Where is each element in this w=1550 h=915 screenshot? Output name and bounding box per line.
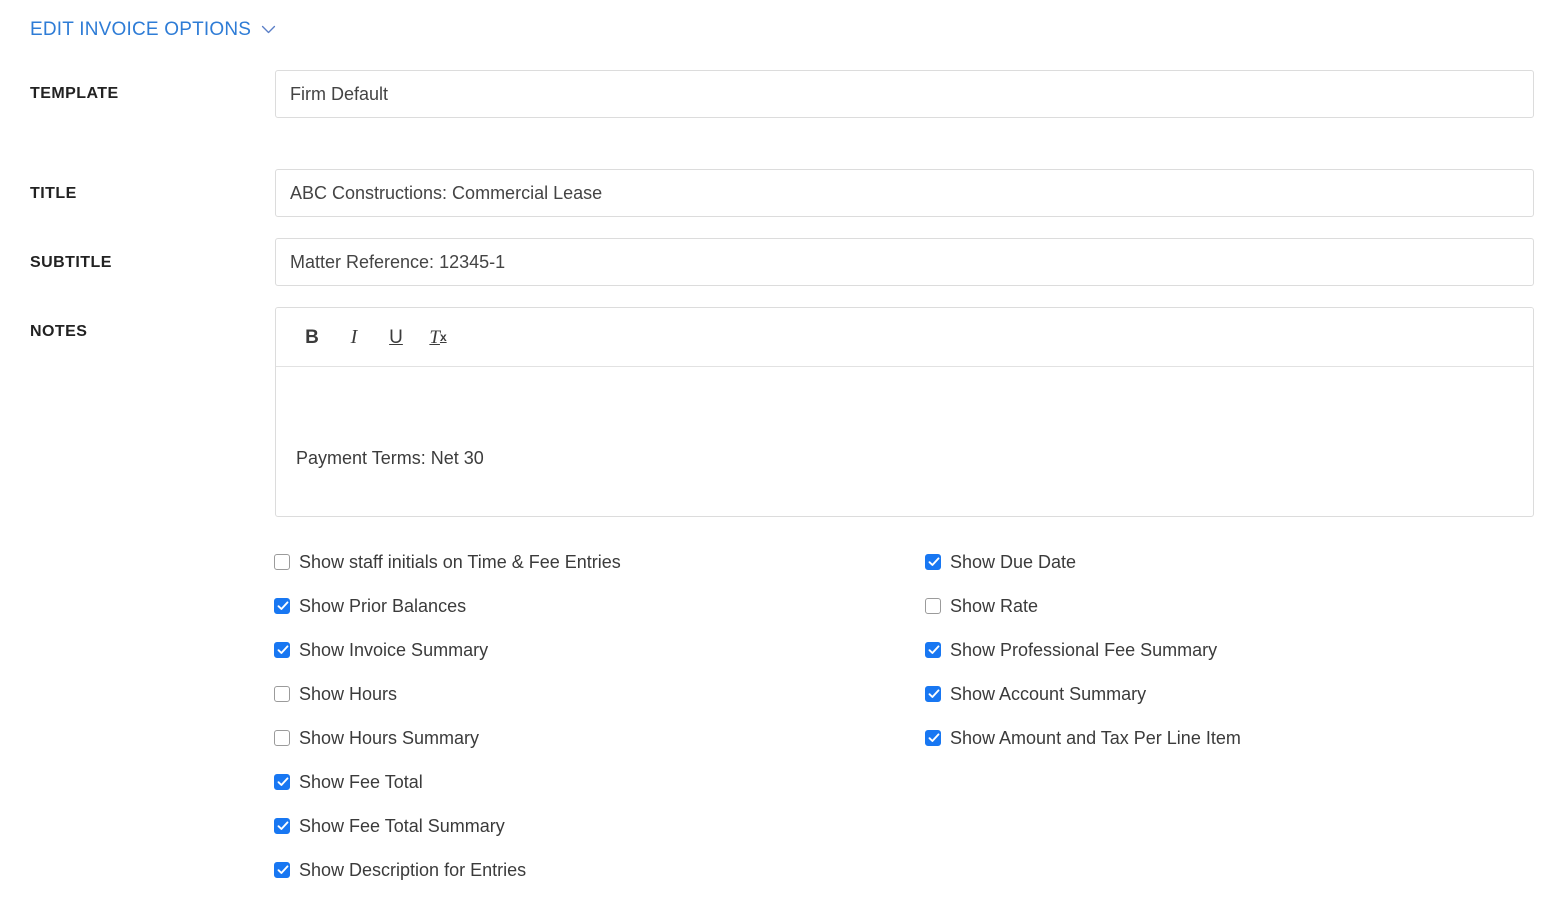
checkbox-show-hours[interactable]: Show Hours	[274, 672, 621, 716]
remove-format-subscript: x	[439, 330, 447, 344]
edit-invoice-options-panel: EDIT INVOICE OPTIONS TEMPLATE TITLE SUBT…	[0, 0, 1550, 915]
remove-format-glyph: T	[429, 326, 440, 348]
checkmark-icon	[277, 601, 289, 610]
checkbox-label: Show Hours Summary	[299, 728, 480, 748]
checkmark-icon	[928, 689, 940, 698]
checkbox-label: Show Due Date	[950, 552, 1077, 572]
bold-icon[interactable]: B	[294, 320, 330, 354]
checkbox-label: Show staff initials on Time & Fee Entrie…	[299, 552, 621, 572]
checkbox-label: Show Account Summary	[950, 684, 1147, 704]
italic-icon[interactable]: I	[336, 320, 372, 354]
checkbox-show-fee-total-summary[interactable]: Show Fee Total Summary	[274, 804, 621, 848]
title-input[interactable]	[275, 169, 1534, 217]
checkbox-show-due-date[interactable]: Show Due Date	[925, 540, 1241, 584]
checkbox-show-professional-fee-summary[interactable]: Show Professional Fee Summary	[925, 628, 1241, 672]
invoice-options-right-column: Show Due Date Show Rate Show Professional …	[925, 540, 1241, 760]
subtitle-label: SUBTITLE	[30, 254, 112, 271]
checkmark-icon	[277, 865, 289, 874]
underline-icon[interactable]: U	[378, 320, 414, 354]
notes-toolbar: B I U Tx	[276, 308, 1533, 367]
checkbox-box[interactable]	[274, 774, 290, 790]
checkbox-box[interactable]	[925, 598, 941, 614]
notes-textarea[interactable]: Payment Terms: Net 30 If you have any qu…	[276, 367, 1533, 516]
checkbox-box[interactable]	[925, 642, 941, 658]
checkbox-show-description-for-entries[interactable]: Show Description for Entries	[274, 848, 621, 892]
checkmark-icon	[277, 645, 289, 654]
checkbox-show-account-summary[interactable]: Show Account Summary	[925, 672, 1241, 716]
checkbox-show-amount-and-tax-per-line-item[interactable]: Show Amount and Tax Per Line Item	[925, 716, 1241, 760]
checkbox-label: Show Invoice Summary	[299, 640, 489, 660]
checkbox-show-hours-summary[interactable]: Show Hours Summary	[274, 716, 621, 760]
notes-label: NOTES	[30, 323, 88, 340]
checkbox-label: Show Hours	[299, 684, 398, 704]
checkbox-box[interactable]	[274, 598, 290, 614]
notes-line-1: Payment Terms: Net 30	[296, 448, 484, 468]
checkbox-label: Show Prior Balances	[299, 596, 467, 616]
checkbox-box[interactable]	[274, 554, 290, 570]
checkbox-box[interactable]	[274, 818, 290, 834]
checkbox-show-prior-balances[interactable]: Show Prior Balances	[274, 584, 621, 628]
checkbox-box[interactable]	[925, 554, 941, 570]
checkmark-icon	[928, 645, 940, 654]
checkbox-label: Show Amount and Tax Per Line Item	[950, 728, 1241, 748]
checkmark-icon	[928, 733, 940, 742]
title-label: TITLE	[30, 185, 77, 202]
template-input[interactable]	[275, 70, 1534, 118]
checkmark-icon	[277, 821, 289, 830]
section-heading-label: EDIT INVOICE OPTIONS	[30, 19, 252, 40]
checkbox-box[interactable]	[925, 686, 941, 702]
checkbox-box[interactable]	[274, 730, 290, 746]
checkbox-label: Show Description for Entries	[299, 860, 527, 880]
checkbox-label: Show Professional Fee Summary	[950, 640, 1218, 660]
checkbox-label: Show Rate	[950, 596, 1039, 616]
checkmark-icon	[277, 777, 289, 786]
checkbox-show-fee-total[interactable]: Show Fee Total	[274, 760, 621, 804]
remove-format-icon[interactable]: Tx	[420, 320, 456, 354]
chevron-down-icon	[262, 25, 276, 34]
edit-invoice-options-toggle[interactable]: EDIT INVOICE OPTIONS	[30, 20, 277, 39]
invoice-options-left-column: Show staff initials on Time & Fee Entrie…	[274, 540, 621, 892]
subtitle-input[interactable]	[275, 238, 1534, 286]
checkbox-label: Show Fee Total	[299, 772, 423, 792]
template-label: TEMPLATE	[30, 85, 119, 102]
checkbox-box[interactable]	[274, 686, 290, 702]
checkmark-icon	[928, 557, 940, 566]
checkbox-box[interactable]	[274, 862, 290, 878]
checkbox-label: Show Fee Total Summary	[299, 816, 505, 836]
checkbox-show-invoice-summary[interactable]: Show Invoice Summary	[274, 628, 621, 672]
notes-rich-text-editor: B I U Tx Payment Terms: Net 30 If you ha…	[275, 307, 1534, 517]
checkbox-box[interactable]	[274, 642, 290, 658]
checkbox-show-staff-initials[interactable]: Show staff initials on Time & Fee Entrie…	[274, 540, 621, 584]
checkbox-box[interactable]	[925, 730, 941, 746]
checkbox-show-rate[interactable]: Show Rate	[925, 584, 1241, 628]
